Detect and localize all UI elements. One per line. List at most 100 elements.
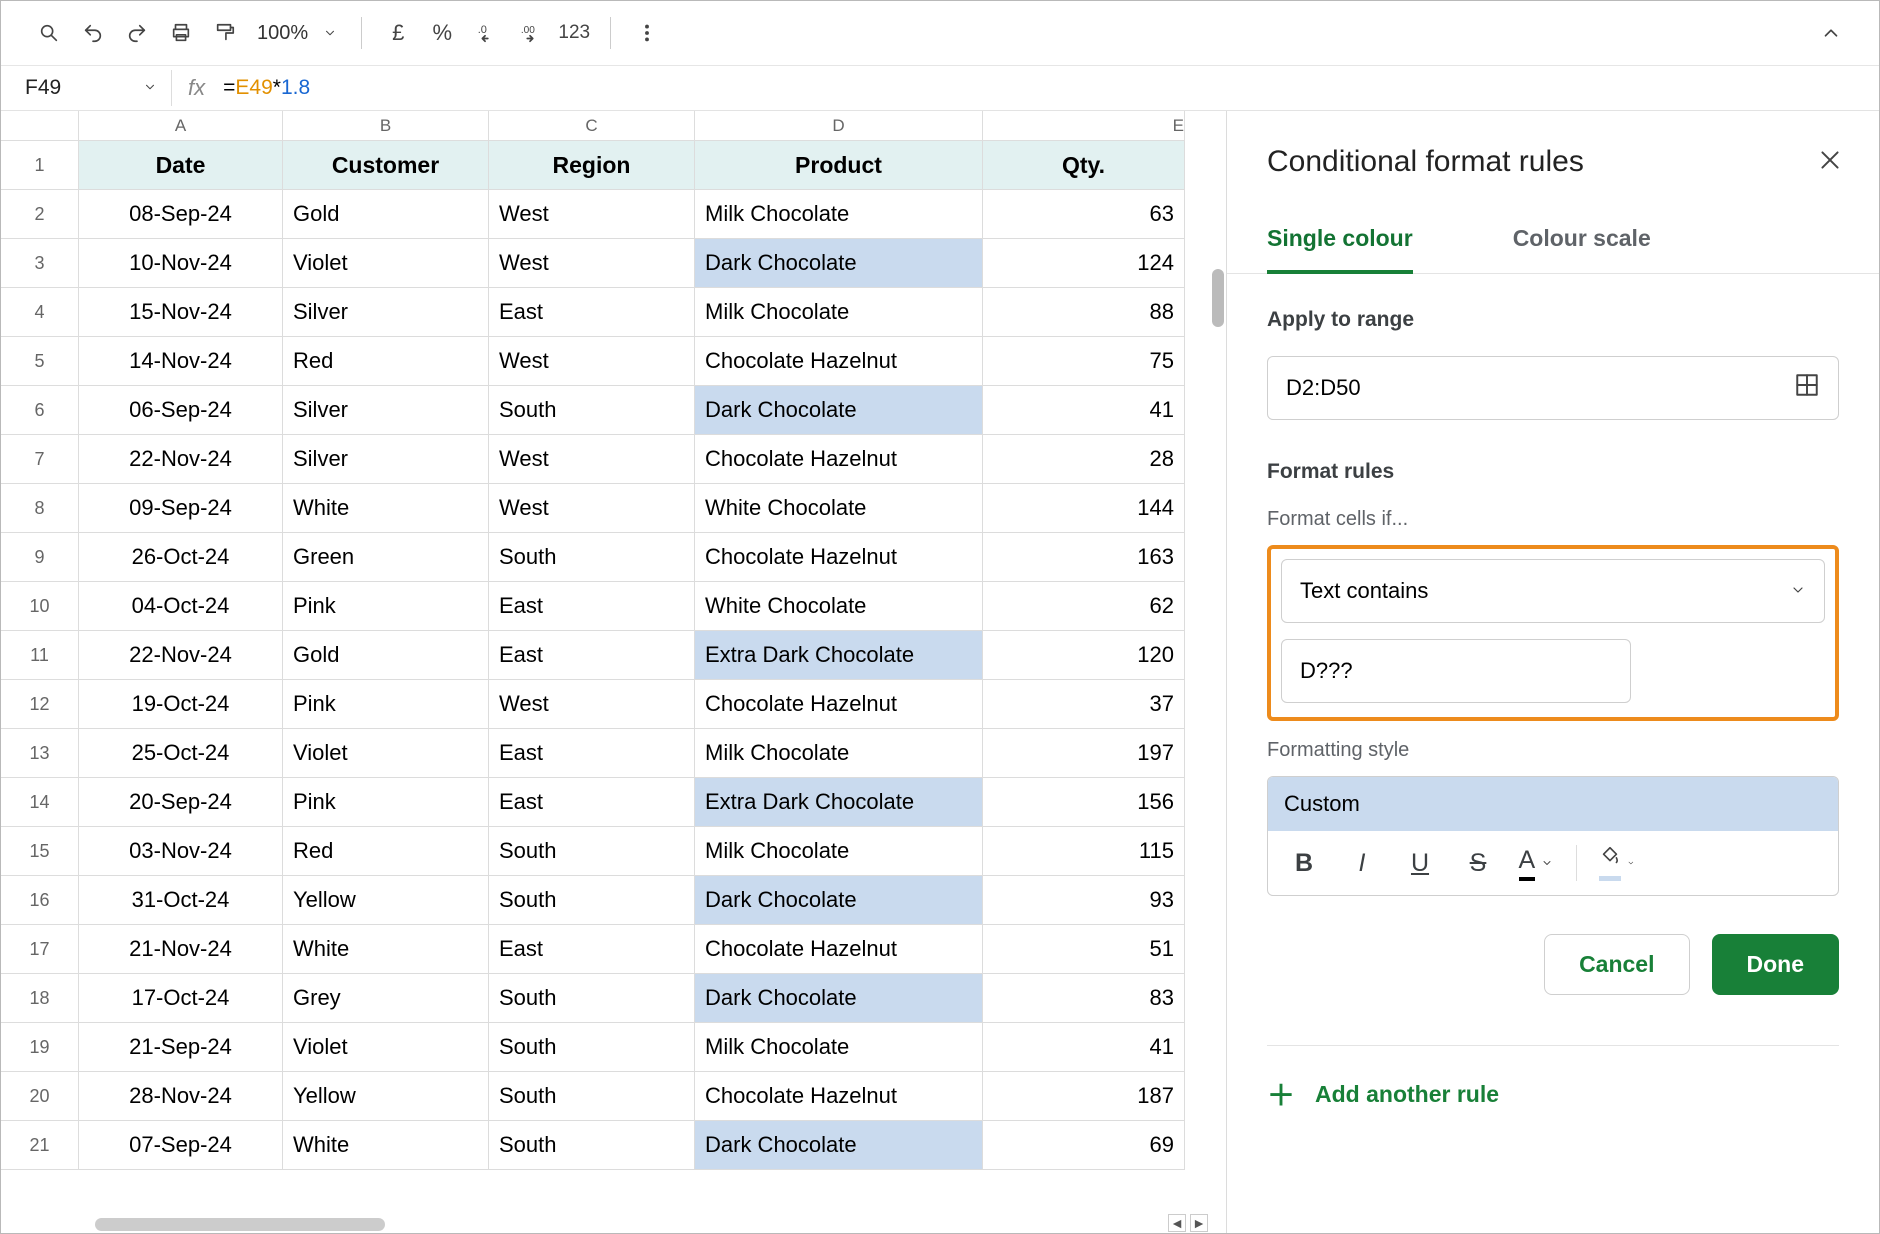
cell-D[interactable]: Dark Chocolate bbox=[695, 876, 983, 925]
cell-A[interactable]: 20-Sep-24 bbox=[79, 778, 283, 827]
row-header[interactable]: 5 bbox=[1, 337, 79, 386]
cell-A[interactable]: 03-Nov-24 bbox=[79, 827, 283, 876]
fill-color-button[interactable] bbox=[1599, 843, 1635, 883]
cell-E[interactable]: 69 bbox=[983, 1121, 1185, 1170]
print-icon[interactable] bbox=[161, 13, 201, 53]
row-header[interactable]: 3 bbox=[1, 239, 79, 288]
cell-E[interactable]: Qty. bbox=[983, 141, 1185, 190]
col-header-C[interactable]: C bbox=[489, 111, 695, 141]
cell-A[interactable]: 21-Sep-24 bbox=[79, 1023, 283, 1072]
scroll-left-icon[interactable]: ◄ bbox=[1168, 1214, 1186, 1232]
cell-A[interactable]: 08-Sep-24 bbox=[79, 190, 283, 239]
cell-A[interactable]: 06-Sep-24 bbox=[79, 386, 283, 435]
cell-B[interactable]: Yellow bbox=[283, 1072, 489, 1121]
cell-C[interactable]: West bbox=[489, 239, 695, 288]
decrease-decimal-icon[interactable]: .0 bbox=[466, 13, 506, 53]
cell-B[interactable]: Pink bbox=[283, 778, 489, 827]
cell-D[interactable]: Milk Chocolate bbox=[695, 190, 983, 239]
cell-C[interactable]: East bbox=[489, 288, 695, 337]
row-header[interactable]: 15 bbox=[1, 827, 79, 876]
cell-D[interactable]: Chocolate Hazelnut bbox=[695, 533, 983, 582]
cell-D[interactable]: Chocolate Hazelnut bbox=[695, 680, 983, 729]
cell-B[interactable]: Silver bbox=[283, 386, 489, 435]
name-box[interactable]: F49 bbox=[1, 76, 171, 100]
cell-E[interactable]: 93 bbox=[983, 876, 1185, 925]
search-icon[interactable] bbox=[29, 13, 69, 53]
cell-B[interactable]: White bbox=[283, 1121, 489, 1170]
cell-C[interactable]: South bbox=[489, 1121, 695, 1170]
italic-button[interactable]: I bbox=[1344, 843, 1380, 883]
add-rule-button[interactable]: ＋ Add another rule bbox=[1267, 1074, 1839, 1144]
cell-D[interactable]: Dark Chocolate bbox=[695, 1121, 983, 1170]
row-header[interactable]: 20 bbox=[1, 1072, 79, 1121]
cell-A[interactable]: 22-Nov-24 bbox=[79, 435, 283, 484]
cell-D[interactable]: Product bbox=[695, 141, 983, 190]
row-header[interactable]: 4 bbox=[1, 288, 79, 337]
zoom-dropdown[interactable]: 100% bbox=[249, 22, 345, 45]
cell-E[interactable]: 144 bbox=[983, 484, 1185, 533]
cell-C[interactable]: South bbox=[489, 827, 695, 876]
tab-single-colour[interactable]: Single colour bbox=[1267, 211, 1413, 274]
cell-D[interactable]: Chocolate Hazelnut bbox=[695, 337, 983, 386]
cell-C[interactable]: Region bbox=[489, 141, 695, 190]
condition-dropdown[interactable]: Text contains bbox=[1281, 559, 1825, 623]
cell-E[interactable]: 75 bbox=[983, 337, 1185, 386]
col-header-D[interactable]: D bbox=[695, 111, 983, 141]
cell-B[interactable]: Pink bbox=[283, 680, 489, 729]
cell-D[interactable]: Milk Chocolate bbox=[695, 729, 983, 778]
cell-A[interactable]: 26-Oct-24 bbox=[79, 533, 283, 582]
cell-D[interactable]: Chocolate Hazelnut bbox=[695, 435, 983, 484]
bold-button[interactable]: B bbox=[1286, 843, 1322, 883]
cell-D[interactable]: Chocolate Hazelnut bbox=[695, 925, 983, 974]
cell-B[interactable]: Violet bbox=[283, 729, 489, 778]
tab-colour-scale[interactable]: Colour scale bbox=[1513, 211, 1651, 273]
cell-B[interactable]: White bbox=[283, 484, 489, 533]
row-header[interactable]: 2 bbox=[1, 190, 79, 239]
cell-A[interactable]: Date bbox=[79, 141, 283, 190]
cell-A[interactable]: 09-Sep-24 bbox=[79, 484, 283, 533]
cell-D[interactable]: Milk Chocolate bbox=[695, 1023, 983, 1072]
cell-C[interactable]: East bbox=[489, 925, 695, 974]
cell-C[interactable]: South bbox=[489, 1072, 695, 1121]
cell-E[interactable]: 88 bbox=[983, 288, 1185, 337]
cell-B[interactable]: Green bbox=[283, 533, 489, 582]
increase-decimal-icon[interactable]: .00 bbox=[510, 13, 550, 53]
cell-B[interactable]: Violet bbox=[283, 1023, 489, 1072]
cell-E[interactable]: 37 bbox=[983, 680, 1185, 729]
cell-E[interactable]: 187 bbox=[983, 1072, 1185, 1121]
select-range-icon[interactable] bbox=[1794, 372, 1820, 404]
row-header[interactable]: 6 bbox=[1, 386, 79, 435]
cell-A[interactable]: 15-Nov-24 bbox=[79, 288, 283, 337]
cell-B[interactable]: White bbox=[283, 925, 489, 974]
cell-D[interactable]: White Chocolate bbox=[695, 582, 983, 631]
scroll-right-icon[interactable]: ► bbox=[1190, 1214, 1208, 1232]
cell-C[interactable]: East bbox=[489, 778, 695, 827]
cell-E[interactable]: 197 bbox=[983, 729, 1185, 778]
chevron-down-icon[interactable] bbox=[143, 76, 157, 100]
row-header[interactable]: 7 bbox=[1, 435, 79, 484]
cell-A[interactable]: 10-Nov-24 bbox=[79, 239, 283, 288]
cell-C[interactable]: West bbox=[489, 190, 695, 239]
col-header-A[interactable]: A bbox=[79, 111, 283, 141]
cell-E[interactable]: 120 bbox=[983, 631, 1185, 680]
row-header[interactable]: 13 bbox=[1, 729, 79, 778]
cell-A[interactable]: 25-Oct-24 bbox=[79, 729, 283, 778]
cell-C[interactable]: West bbox=[489, 435, 695, 484]
cell-A[interactable]: 04-Oct-24 bbox=[79, 582, 283, 631]
cell-E[interactable]: 62 bbox=[983, 582, 1185, 631]
more-icon[interactable] bbox=[627, 13, 667, 53]
cell-C[interactable]: South bbox=[489, 386, 695, 435]
row-header[interactable]: 10 bbox=[1, 582, 79, 631]
cell-E[interactable]: 41 bbox=[983, 386, 1185, 435]
row-header[interactable]: 12 bbox=[1, 680, 79, 729]
cell-D[interactable]: Dark Chocolate bbox=[695, 386, 983, 435]
cell-A[interactable]: 14-Nov-24 bbox=[79, 337, 283, 386]
cell-D[interactable]: Milk Chocolate bbox=[695, 288, 983, 337]
cell-C[interactable]: West bbox=[489, 680, 695, 729]
cell-B[interactable]: Violet bbox=[283, 239, 489, 288]
cell-D[interactable]: Extra Dark Chocolate bbox=[695, 631, 983, 680]
cell-A[interactable]: 21-Nov-24 bbox=[79, 925, 283, 974]
cell-A[interactable]: 28-Nov-24 bbox=[79, 1072, 283, 1121]
close-icon[interactable] bbox=[1817, 147, 1843, 178]
condition-value-input[interactable]: D??? bbox=[1281, 639, 1631, 703]
